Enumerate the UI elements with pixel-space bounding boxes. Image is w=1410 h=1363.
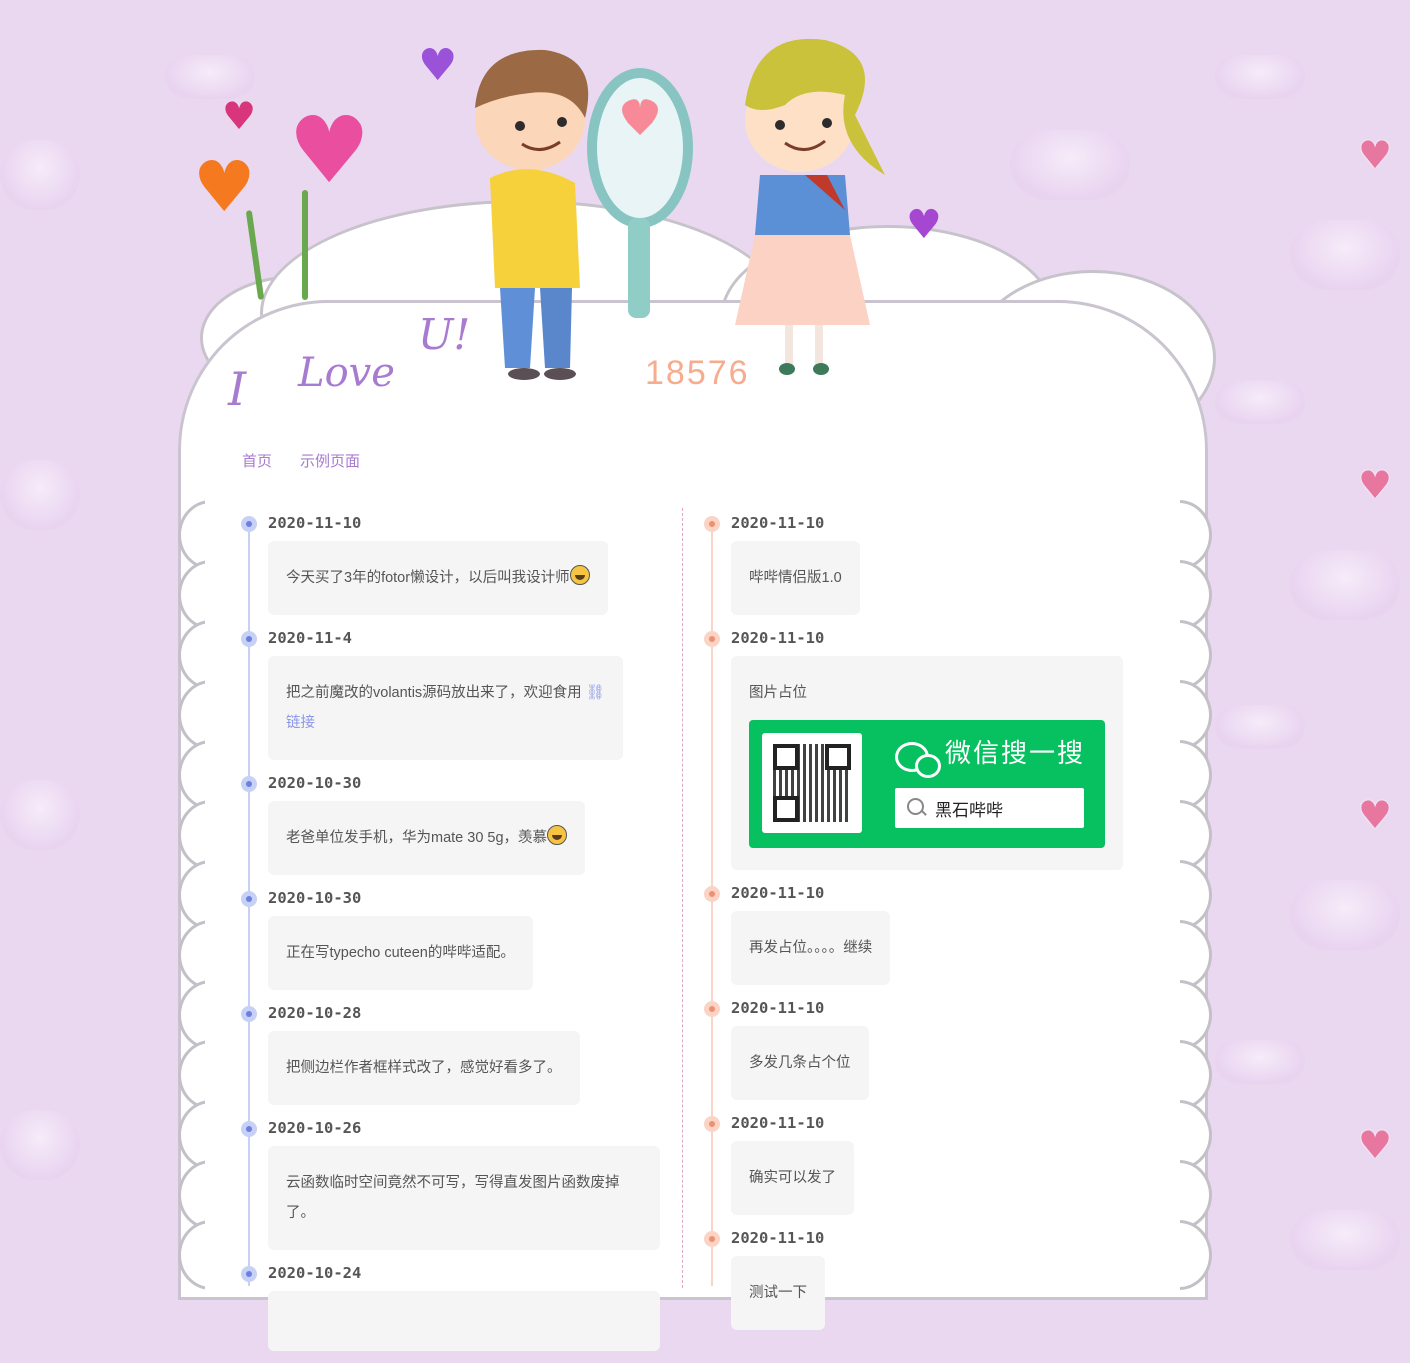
- girl-illustration: [735, 38, 885, 375]
- heart-icon: ♥: [1358, 793, 1393, 837]
- timeline-date: 2020-11-4: [268, 629, 352, 647]
- cloud-decoration: [0, 460, 80, 530]
- timeline-date: 2020-10-30: [268, 774, 362, 792]
- timeline-dot-icon: [241, 1121, 257, 1137]
- timeline-dot-icon: [241, 891, 257, 907]
- timeline-item: 2020-11-10 哔哔情侣版1.0: [703, 508, 1128, 623]
- cloud-decoration: [0, 140, 80, 210]
- timeline-dot-icon: [704, 1116, 720, 1132]
- wechat-logo-icon-small: [915, 754, 941, 778]
- timeline-item: 2020-10-30 正在写typecho cuteen的哔哔适配。: [240, 883, 665, 998]
- timeline-item: 2020-10-26 云函数临时空间竟然不可写，写得直发图片函数废掉了。: [240, 1113, 665, 1258]
- timeline-date: 2020-10-24: [268, 1264, 362, 1282]
- cloud-decoration: [1215, 705, 1305, 749]
- timeline-item: 2020-11-10 确实可以发了: [703, 1108, 1128, 1223]
- timeline-card: 哔哔情侣版1.0: [731, 541, 860, 615]
- timeline-dot-icon: [704, 1231, 720, 1247]
- nav-sample-page[interactable]: 示例页面: [300, 450, 360, 471]
- cloud-decoration: [1290, 1210, 1400, 1270]
- timeline-date: 2020-10-28: [268, 1004, 362, 1022]
- cloud-decoration: [1290, 220, 1400, 290]
- timeline-date: 2020-11-10: [731, 1114, 825, 1132]
- logo-word-u: U!: [418, 310, 471, 359]
- logo-letter-i: I: [228, 362, 247, 416]
- grin-sweat-emoji: [569, 565, 590, 585]
- timeline-date: 2020-11-10: [268, 514, 362, 532]
- timeline-dot-icon: [241, 776, 257, 792]
- timeline-item: 2020-11-10 测试一下: [703, 1223, 1128, 1338]
- timeline-dot-icon: [241, 516, 257, 532]
- cloud-decoration: [1290, 880, 1400, 950]
- timeline-item: 2020-11-10 今天买了3年的fotor懒设计，以后叫我设计师: [240, 508, 665, 623]
- cloud-decoration: [1215, 380, 1305, 424]
- nav-home[interactable]: 首页: [242, 450, 272, 471]
- link-icon: ⛓: [585, 684, 605, 701]
- timeline-dot-icon: [241, 1266, 257, 1282]
- grin-sweat-emoji: [547, 825, 568, 845]
- timeline-item: 2020-11-10 再发占位。。。。继续: [703, 878, 1128, 993]
- qr-code-image: [762, 733, 862, 833]
- heart-icon: ♥: [1358, 1123, 1393, 1167]
- small-heart-icon: ♥: [222, 94, 257, 138]
- search-icon: [907, 798, 924, 815]
- timeline-item: 2020-10-24: [240, 1258, 665, 1363]
- timeline-card: 确实可以发了: [731, 1141, 854, 1215]
- timeline-date: 2020-11-10: [731, 514, 825, 532]
- cloud-decoration: [1215, 55, 1305, 99]
- post-link[interactable]: 链接: [286, 715, 315, 731]
- timeline-date: 2020-10-26: [268, 1119, 362, 1137]
- timeline-card: 老爸单位发手机，华为mate 30 5g，羡慕: [268, 801, 586, 875]
- cloud-decoration: [0, 780, 80, 850]
- column-divider: [682, 508, 683, 1288]
- timeline-date: 2020-11-10: [731, 629, 825, 647]
- timeline-card: 今天买了3年的fotor懒设计，以后叫我设计师: [268, 541, 608, 615]
- timeline-date: 2020-11-10: [731, 884, 825, 902]
- cloud-decoration: [1290, 550, 1400, 620]
- timeline-dot-icon: [704, 886, 720, 902]
- timeline-dot-icon: [704, 631, 720, 647]
- boy-illustration: [475, 49, 693, 380]
- wechat-search-box: 黑石哔哔: [895, 788, 1084, 828]
- timeline-card: [268, 1291, 660, 1351]
- timeline-date: 2020-11-10: [731, 999, 825, 1017]
- timeline-item: 2020-11-4 把之前魔改的volantis源码放出来了，欢迎食用 ⛓ 链接: [240, 623, 665, 768]
- timeline-date: 2020-10-30: [268, 889, 362, 907]
- timeline-card: 把之前魔改的volantis源码放出来了，欢迎食用 ⛓ 链接: [268, 656, 623, 760]
- main-nav: 首页 示例页面: [242, 450, 360, 471]
- butterfly-icon: ♥: [418, 40, 458, 91]
- pink-heart-flower-icon: ♥: [288, 97, 371, 204]
- timeline-item: 2020-11-10 多发几条占个位: [703, 993, 1128, 1108]
- timeline-card: 云函数临时空间竟然不可写，写得直发图片函数废掉了。: [268, 1146, 660, 1250]
- timeline-dot-icon: [241, 631, 257, 647]
- orange-heart-flower-icon: ♥: [193, 146, 256, 228]
- timeline-dot-icon: [704, 516, 720, 532]
- wechat-search-image: 微信搜一搜 黑石哔哔: [749, 720, 1105, 848]
- heart-icon: ♥: [1358, 133, 1393, 177]
- cloud-decoration: [165, 55, 255, 99]
- timeline-card: 把侧边栏作者框样式改了，感觉好看多了。: [268, 1031, 580, 1105]
- timeline-date: 2020-11-10: [731, 1229, 825, 1247]
- cloud-decoration: [0, 1110, 80, 1180]
- wechat-search-title: 微信搜一搜: [945, 738, 1086, 768]
- timeline-item: 2020-10-28 把侧边栏作者框样式改了，感觉好看多了。: [240, 998, 665, 1113]
- timeline-dot-icon: [704, 1001, 720, 1017]
- timeline-item: 2020-10-30 老爸单位发手机，华为mate 30 5g，羡慕: [240, 768, 665, 883]
- site-title-number: 18576: [645, 354, 750, 392]
- timeline-item: 2020-11-10 图片占位 微信搜一搜 黑石哔哔: [703, 623, 1128, 878]
- timeline-card: 多发几条占个位: [731, 1026, 869, 1100]
- timeline-card: 测试一下: [731, 1256, 825, 1330]
- timeline-card: 再发占位。。。。继续: [731, 911, 891, 985]
- timeline-card: 图片占位 微信搜一搜 黑石哔哔: [731, 656, 1123, 870]
- timeline-dot-icon: [241, 1006, 257, 1022]
- logo-word-love: Love: [298, 350, 395, 396]
- timeline-card: 正在写typecho cuteen的哔哔适配。: [268, 916, 533, 990]
- cloud-decoration: [1010, 130, 1130, 200]
- heart-icon: ♥: [1358, 463, 1393, 507]
- right-timeline: 2020-11-10 哔哔情侣版1.0 2020-11-10 图片占位 微信搜一…: [703, 508, 1128, 1338]
- cloud-decoration: [1215, 1040, 1305, 1084]
- left-timeline: 2020-11-10 今天买了3年的fotor懒设计，以后叫我设计师 2020-…: [240, 508, 665, 1363]
